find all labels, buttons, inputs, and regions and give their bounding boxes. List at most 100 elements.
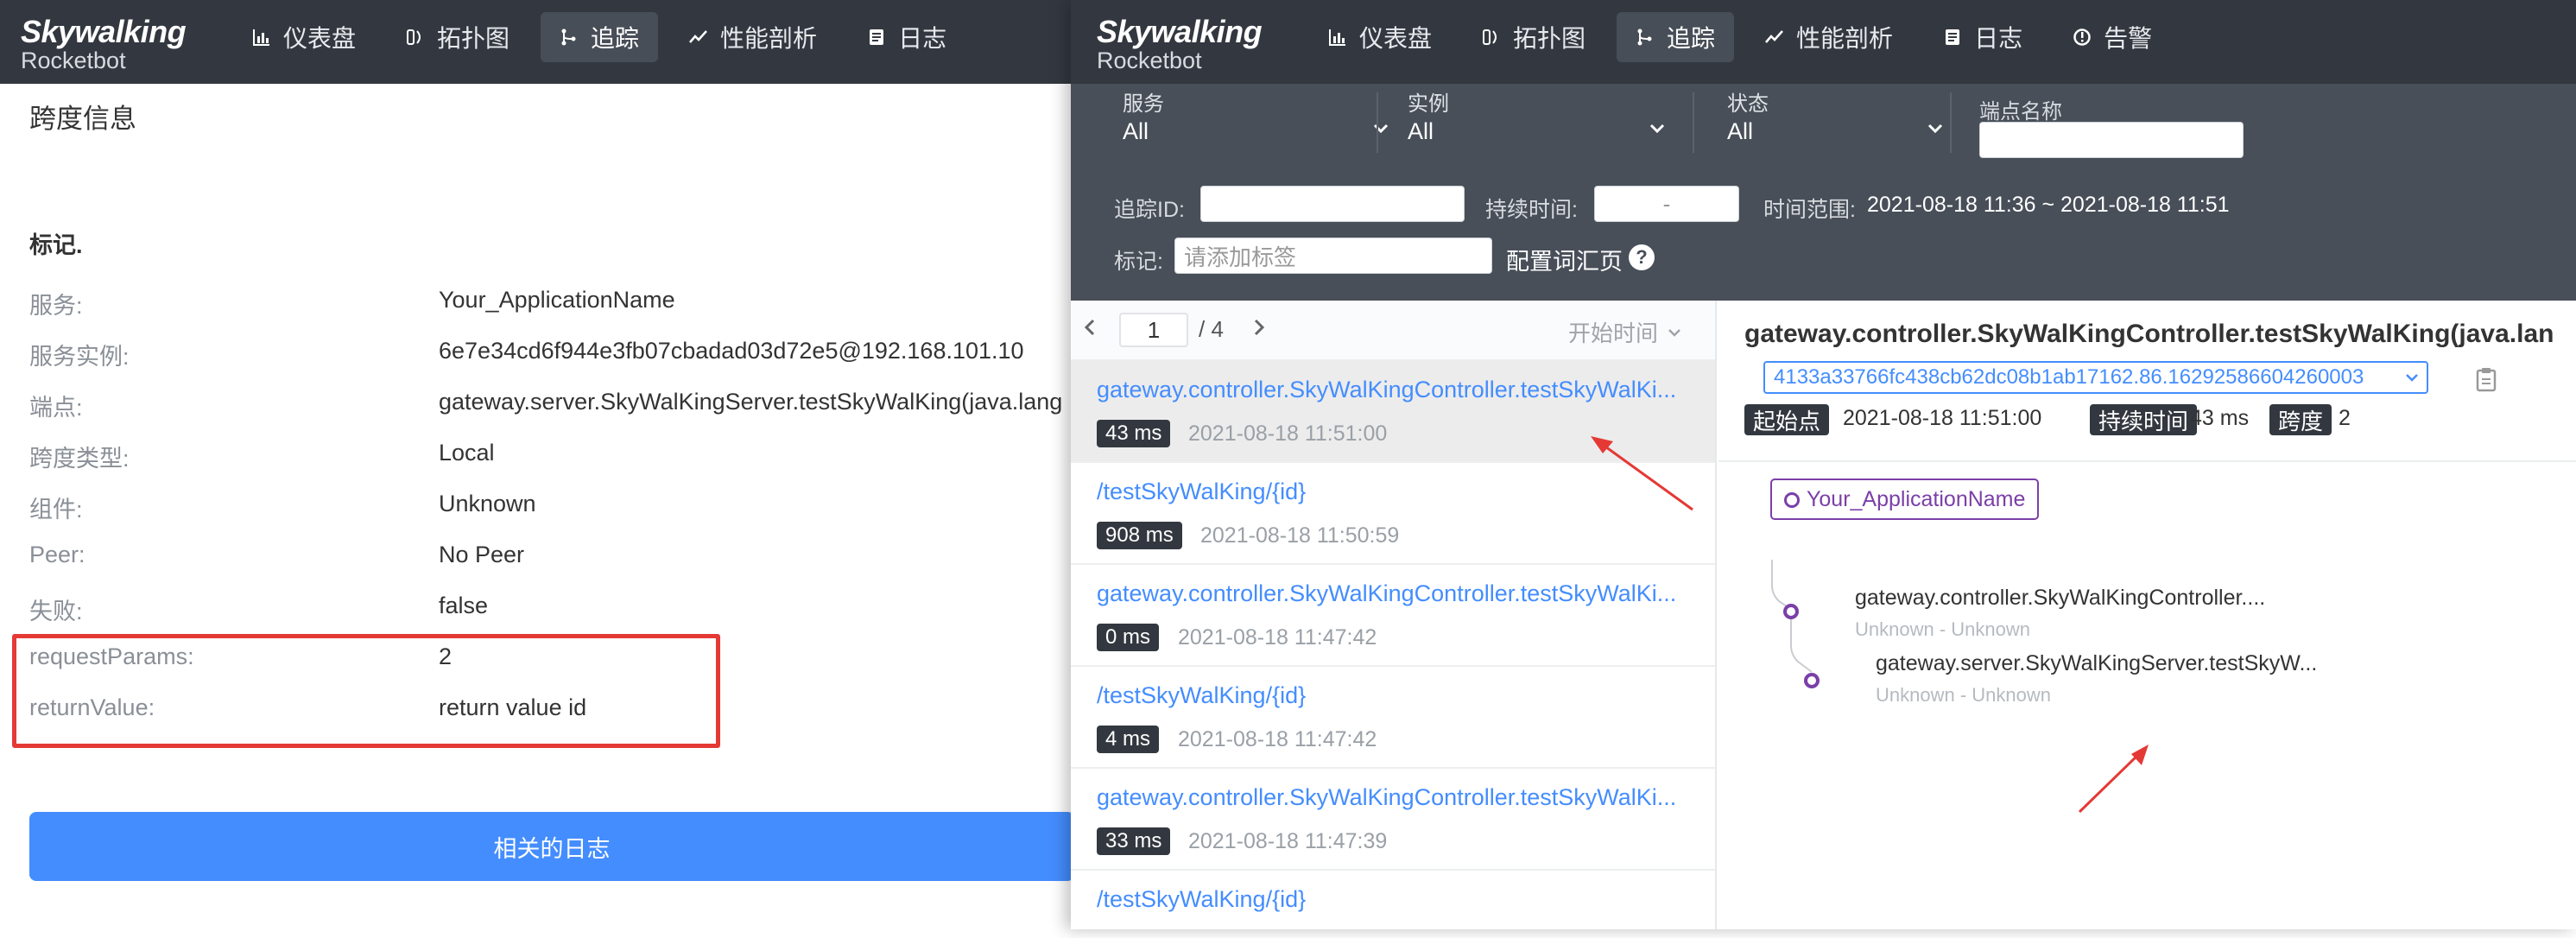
endpoint-label: 端点名称	[1979, 100, 2062, 124]
trace-icon	[1636, 28, 1655, 47]
chevron-down-icon	[1927, 124, 1943, 134]
nav-label: 仪表盘	[1359, 25, 1433, 52]
span-node-dot	[1804, 673, 1820, 688]
time-range-value[interactable]: 2021-08-18 11:36 ~ 2021-08-18 11:51	[1867, 193, 2230, 218]
trace-time: 2021-08-18 11:47:42	[1178, 727, 1377, 751]
log-icon	[1943, 28, 1962, 47]
field-value: Your_ApplicationName	[439, 287, 675, 313]
trace-name[interactable]: gateway.controller.SkyWalKingController.…	[1097, 580, 1701, 607]
trace-name[interactable]: gateway.controller.SkyWalKingController.…	[1097, 784, 1701, 811]
chevron-right-icon[interactable]	[1250, 314, 1268, 340]
nav-profile[interactable]: 性能剖析	[1746, 12, 1912, 62]
span-node-name[interactable]: gateway.controller.SkyWalKingController.…	[1855, 586, 2265, 611]
nav-profile[interactable]: 性能剖析	[670, 12, 836, 62]
nav-dashboard[interactable]: 仪表盘	[1309, 12, 1451, 62]
trace-name[interactable]: /testSkyWalKing/{id}	[1097, 479, 1701, 505]
service-chip[interactable]: Your_ApplicationName	[1770, 479, 2040, 520]
field-key: 端点:	[29, 395, 83, 421]
sort-label: 开始时间	[1567, 320, 1658, 346]
duration-badge: 4 ms	[1097, 726, 1160, 753]
nav-log[interactable]: 日志	[1924, 12, 2041, 62]
alarm-icon	[2073, 28, 2092, 47]
trace-time: 2021-08-18 11:47:42	[1178, 625, 1377, 650]
duration-input[interactable]: -	[1594, 186, 1739, 222]
status-label: 状态	[1727, 92, 1769, 116]
chevron-down-icon	[1649, 124, 1665, 134]
field-row-span-type: 跨度类型: Local	[29, 440, 495, 473]
nav-label: 告警	[2104, 25, 2153, 52]
help-icon[interactable]: ?	[1629, 244, 1655, 270]
field-key: 跨度类型:	[29, 446, 130, 472]
nav-topology[interactable]: 拓扑图	[387, 12, 528, 62]
trace-name[interactable]: /testSkyWalKing/{id}	[1097, 682, 1701, 709]
field-key: 组件:	[29, 497, 83, 523]
endpoint-input[interactable]	[1979, 122, 2244, 158]
trace-detail-title: gateway.controller.SkyWalKingController.…	[1744, 320, 2554, 348]
field-value: No Peer	[439, 542, 525, 567]
pagination: 1 / 4 开始时间	[1071, 301, 1715, 361]
status-select[interactable]: 状态 All	[1693, 92, 1945, 153]
vocabulary-link[interactable]: 配置词汇页	[1506, 243, 1623, 276]
nav-trace[interactable]: 追踪	[1617, 12, 1735, 62]
field-key: Peer:	[29, 542, 85, 567]
trace-item[interactable]: /testSkyWalKing/{id} 4 ms 2021-08-18 11:…	[1071, 667, 1715, 769]
chevron-down-icon	[1668, 328, 1680, 337]
trace-id-select[interactable]: 4133a33766fc438cb62dc08b1ab17162.86.1629…	[1763, 361, 2428, 394]
nav-alarm[interactable]: 告警	[2054, 12, 2171, 62]
instance-value: All	[1408, 118, 1434, 144]
span-node-name[interactable]: gateway.server.SkyWalKingServer.testSkyW…	[1876, 651, 2317, 676]
start-value: 2021-08-18 11:51:00	[1843, 406, 2042, 430]
duration-value: 43 ms	[2190, 406, 2250, 430]
nav-label: 拓扑图	[437, 25, 510, 52]
field-key: 失败:	[29, 599, 83, 624]
field-value: Unknown	[439, 491, 536, 517]
logo[interactable]: Skywalking Rocketbot	[21, 14, 187, 73]
duration-badge: 持续时间	[2090, 404, 2198, 435]
instance-select[interactable]: 实例 All	[1408, 92, 1667, 153]
trace-item[interactable]: /testSkyWalKing/{id} 908 ms 2021-08-18 1…	[1071, 463, 1715, 565]
logo-text: Skywalking	[21, 14, 187, 49]
chevron-left-icon[interactable]	[1081, 314, 1098, 340]
trace-icon	[560, 28, 579, 47]
page-total: / 4	[1199, 316, 1224, 342]
nav-label: 仪表盘	[283, 25, 357, 52]
field-value: 6e7e34cd6f944e3fb07cbadad03d72e5@192.168…	[439, 338, 1024, 364]
trace-name[interactable]: /testSkyWalKing/{id}	[1097, 886, 1701, 913]
nav-log[interactable]: 日志	[848, 12, 965, 62]
related-logs-button[interactable]: 相关的日志	[29, 812, 1071, 881]
clipboard-icon[interactable]	[2475, 366, 2497, 392]
nav-label: 日志	[1974, 25, 2023, 52]
field-row-endpoint: 端点: gateway.server.SkyWalKingServer.testS…	[29, 389, 1062, 422]
service-label: 服务	[1123, 92, 1164, 116]
trace-item[interactable]: gateway.controller.SkyWalKingController.…	[1071, 361, 1715, 463]
trace-item[interactable]: /testSkyWalKing/{id}	[1071, 871, 1715, 929]
tags-heading: 标记.	[29, 232, 83, 258]
trace-item[interactable]: gateway.controller.SkyWalKingController.…	[1071, 769, 1715, 871]
span-count: 2	[2339, 406, 2351, 430]
start-badge: 起始点	[1744, 404, 1830, 435]
left-topbar: Skywalking Rocketbot 仪表盘 拓扑图 追踪 性能剖析 日志	[0, 0, 1071, 84]
service-chip-label: Your_ApplicationName	[1807, 486, 2026, 511]
tags-input[interactable]: 请添加标签	[1174, 238, 1492, 274]
service-select[interactable]: 服务 All	[1123, 92, 1390, 153]
topology-icon	[1482, 28, 1501, 47]
nav-trace[interactable]: 追踪	[541, 12, 659, 62]
trace-name[interactable]: gateway.controller.SkyWalKingController.…	[1097, 377, 1701, 403]
service-ring-icon	[1784, 492, 1800, 508]
trace-time: 2021-08-18 11:47:39	[1188, 829, 1388, 853]
field-row-component: 组件: Unknown	[29, 491, 536, 524]
nav-topology[interactable]: 拓扑图	[1463, 12, 1604, 62]
trace-id-input[interactable]	[1200, 186, 1465, 222]
chevron-down-icon	[2406, 374, 2418, 382]
filter-divider	[1950, 92, 1952, 153]
sort-select[interactable]: 开始时间	[1568, 316, 1682, 348]
field-row-peer: Peer: No Peer	[29, 542, 524, 568]
right-window: Skywalking Rocketbot 仪表盘 拓扑图 追踪 性能剖析 日志 …	[1071, 0, 2576, 929]
nav-dashboard[interactable]: 仪表盘	[233, 12, 375, 62]
span-node-sub: Unknown - Unknown	[1855, 618, 2030, 640]
trace-item[interactable]: gateway.controller.SkyWalKingController.…	[1071, 565, 1715, 667]
right-topbar: Skywalking Rocketbot 仪表盘 拓扑图 追踪 性能剖析 日志 …	[1071, 0, 2576, 84]
page-input[interactable]: 1	[1119, 313, 1188, 347]
logo-subtext: Rocketbot	[1097, 48, 1202, 73]
logo[interactable]: Skywalking Rocketbot	[1097, 16, 1263, 73]
